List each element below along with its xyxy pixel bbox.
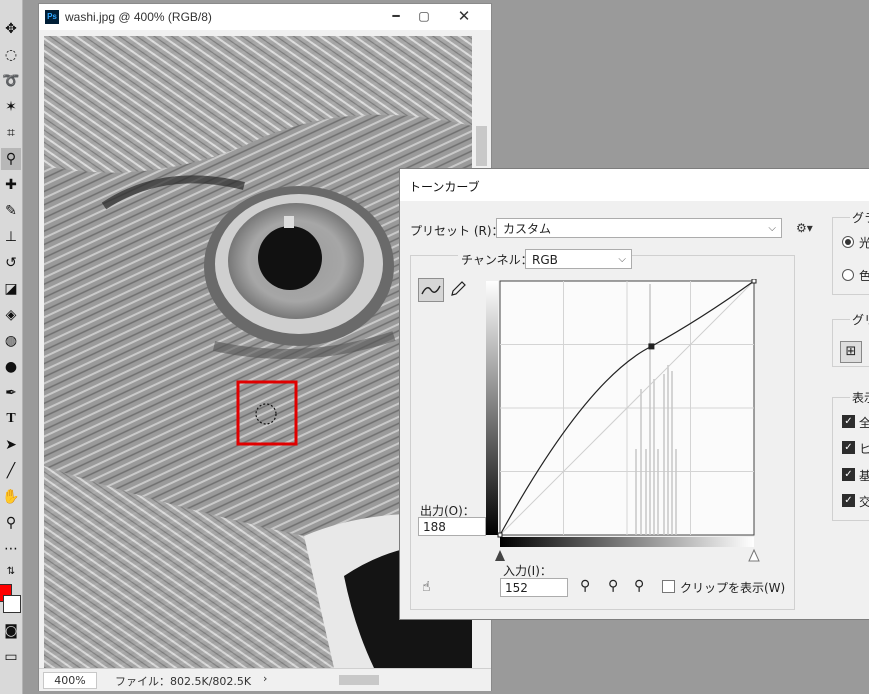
photoshop-icon: Ps [45,10,59,24]
channel-value: RGB [532,253,558,267]
curve-graph[interactable] [486,279,760,575]
eraser-tool-icon[interactable]: ◪ [1,278,21,300]
chevron-down-icon: ⌵ [768,223,776,234]
white-point-slider[interactable] [748,548,760,562]
grid-simple-icon[interactable]: ⊞ [840,341,862,363]
horizontal-scroll-thumb[interactable] [339,675,379,685]
checkbox-intersection-label: 交 [859,495,869,509]
dialog-titlebar[interactable]: トーンカーブ [400,169,869,201]
input-label: 入力(I)： [503,564,552,578]
zoom-level-field[interactable]: 400% [43,672,97,689]
curve-endpoint-white[interactable] [751,279,757,284]
crop-tool-icon[interactable]: ⌗ [1,122,21,144]
radio-pigment[interactable] [842,269,854,281]
screen-mode-icon[interactable]: ▭ [1,646,21,668]
radio-light[interactable] [842,236,854,248]
pen-tool-icon[interactable]: ✒ [1,382,21,404]
checkbox-histogram[interactable]: ✓ [842,441,855,454]
white-eyedropper-icon[interactable]: ⚲ [634,578,644,594]
checkbox-baseline[interactable]: ✓ [842,468,855,481]
preset-select[interactable]: カスタム ⌵ [496,218,782,238]
gear-icon[interactable]: ⚙▾ [796,221,813,235]
radio-pigment-label: 色 [859,269,869,283]
show-title: 表示 [850,389,869,406]
grid-title: グリ [850,311,869,328]
checkbox-baseline-label: 基 [859,469,869,483]
zoom-tool-icon[interactable]: ⚲ [1,512,21,534]
type-tool-icon[interactable]: T [1,408,21,430]
preset-value: カスタム [503,222,552,236]
target-adjustment-hand-icon[interactable]: ☝ [422,579,431,595]
move-tool-icon[interactable]: ✥ [1,18,21,40]
background-color-swatch[interactable] [3,595,21,613]
status-menu-arrow[interactable]: › [263,672,267,685]
line-tool-icon[interactable]: ╱ [1,460,21,482]
channel-label: チャンネル： [458,251,536,268]
stamp-tool-icon[interactable]: ⊥ [1,226,21,248]
quick-mask-icon[interactable]: ◙ [1,620,21,642]
input-gradient-bar [500,537,754,547]
clip-checkbox[interactable] [662,580,675,593]
checkbox-intersection[interactable]: ✓ [842,494,855,507]
curve-endpoint-black[interactable] [497,532,503,538]
blur-tool-icon[interactable]: ◍ [1,330,21,352]
more-tools-icon[interactable]: ⋯ [1,538,21,560]
status-bar: 400% ファイル：802.5K/802.5K › [39,668,491,691]
paint-bucket-tool-icon[interactable]: ◈ [1,304,21,326]
curve-control-point[interactable] [648,343,655,350]
magic-wand-tool-icon[interactable]: ✶ [1,96,21,118]
lasso-tool-icon[interactable]: ➰ [1,70,21,92]
close-button[interactable]: ✕ [451,6,477,26]
radio-light-label: 光 [859,236,869,250]
chevron-down-icon: ⌵ [618,254,626,265]
checkbox-histogram-label: ヒ [859,442,869,456]
gray-eyedropper-icon[interactable]: ⚲ [608,578,618,594]
document-title: washi.jpg @ 400% (RGB/8) [65,10,212,24]
curve-point-icon [421,285,441,295]
checkbox-channel-overlays-label: 全 [859,416,869,430]
path-selection-tool-icon[interactable]: ➤ [1,434,21,456]
hand-tool-icon[interactable]: ✋ [1,486,21,508]
document-titlebar[interactable]: Ps washi.jpg @ 400% (RGB/8) ━ ▢ ✕ [39,4,491,30]
maximize-button[interactable]: ▢ [411,6,437,26]
preset-label: プリセット (R)： [410,224,504,238]
input-value-field[interactable]: 152 [500,578,568,597]
output-gradient-bar [486,281,498,535]
dialog-title: トーンカーブ [409,180,480,194]
checkbox-channel-overlays[interactable]: ✓ [842,415,855,428]
display-amount-title: グラ [850,209,869,226]
dodge-tool-icon[interactable]: ● [1,356,21,378]
output-value-field[interactable]: 188 [418,517,486,536]
curve-edit-tool[interactable] [418,278,444,302]
healing-brush-tool-icon[interactable]: ✚ [1,174,21,196]
curves-dialog: トーンカーブ プリセット (R)： カスタム ⌵ ⚙▾ チャンネル： RGB ⌵ [399,168,869,620]
black-point-slider[interactable] [495,550,505,561]
clip-label: クリップを表示(W) [680,581,786,595]
vertical-scroll-thumb[interactable] [476,126,487,166]
tools-panel: ✥ ◌ ➰ ✶ ⌗ ⚲ ✚ ✎ ⊥ ↺ ◪ ◈ ◍ ● ✒ T ➤ ╱ ✋ ⚲ … [0,0,23,694]
eyedropper-tool-icon[interactable]: ⚲ [1,148,21,170]
brush-tool-icon[interactable]: ✎ [1,200,21,222]
pencil-icon [451,281,466,296]
minimize-button[interactable]: ━ [383,6,409,26]
file-size-info: ファイル：802.5K/802.5K [115,675,252,688]
marquee-tool-icon[interactable]: ◌ [1,44,21,66]
history-brush-tool-icon[interactable]: ↺ [1,252,21,274]
black-eyedropper-icon[interactable]: ⚲ [580,578,590,594]
swap-colors-icon[interactable]: ⇅ [1,560,21,582]
channel-select[interactable]: RGB ⌵ [525,249,632,269]
pencil-tool[interactable] [448,279,468,299]
